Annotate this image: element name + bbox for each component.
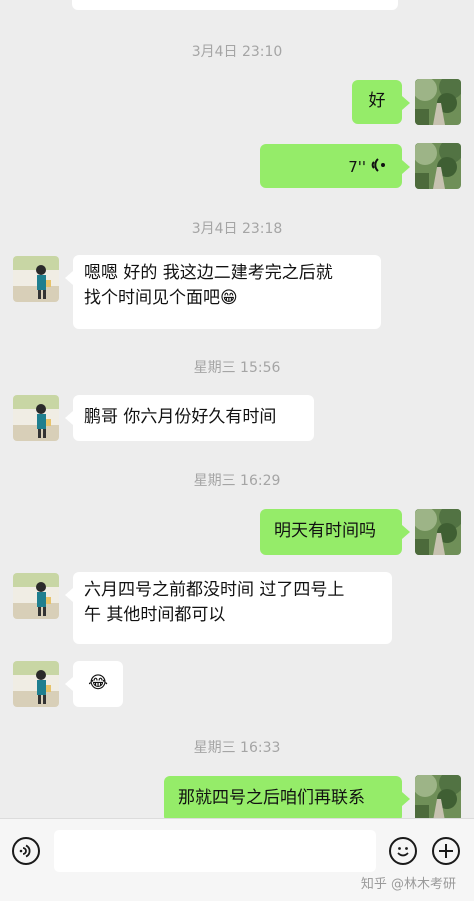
input-bar: 知乎 @林木考研: [0, 818, 474, 901]
timestamp: 星期三 16:33: [193, 740, 281, 756]
message-text: 明天有时间吗: [274, 521, 376, 541]
partial-message-bubble[interactable]: [72, 0, 398, 10]
emoji-icon: [397, 847, 409, 857]
my-avatar[interactable]: [415, 775, 461, 818]
message-bubble-incoming[interactable]: 鹏哥 你六月份好久有时间: [65, 395, 314, 441]
voice-duration: 7'': [348, 158, 366, 176]
message-bubble-outgoing[interactable]: 好: [352, 80, 410, 124]
grin-emoji: 😁: [220, 288, 238, 308]
message-text: 鹏哥 你六月份好久有时间: [84, 407, 277, 427]
timestamp: 星期三 15:56: [193, 360, 281, 376]
timestamp: 3月4日 23:10: [191, 44, 283, 60]
voice-icon: [19, 844, 31, 858]
emoji-message-bubble[interactable]: 😂: [65, 661, 123, 707]
my-avatar[interactable]: [415, 143, 461, 189]
my-avatar[interactable]: [415, 509, 461, 555]
message-bubble-outgoing[interactable]: 那就四号之后咱们再联系: [164, 776, 410, 818]
message-bubble-incoming[interactable]: 嗯嗯 好的 我这边二建考完之后就 找个时间见个面吧😁: [65, 255, 381, 329]
emoji-button[interactable]: [389, 837, 417, 865]
message-bubble-outgoing[interactable]: 明天有时间吗: [260, 509, 410, 555]
message-bubble-incoming[interactable]: 六月四号之前都没时间 过了四号上 午 其他时间都可以: [65, 572, 392, 644]
voice-toggle-button[interactable]: [12, 837, 40, 865]
message-text: 找个时间见个面吧: [84, 288, 220, 308]
contact-avatar[interactable]: [13, 661, 59, 707]
message-text: 六月四号之前都没时间 过了四号上: [84, 580, 345, 600]
plus-button[interactable]: [432, 837, 460, 865]
watermark: 知乎 @林木考研: [360, 877, 456, 892]
message-input[interactable]: [54, 830, 376, 872]
timestamp: 3月4日 23:18: [191, 221, 283, 237]
message-text: 嗯嗯 好的 我这边二建考完之后就: [84, 263, 333, 283]
my-avatar[interactable]: [415, 79, 461, 125]
voice-message-bubble[interactable]: 7'': [260, 144, 410, 188]
laugh-cry-emoji: 😂: [88, 673, 108, 693]
contact-avatar[interactable]: [13, 395, 59, 441]
voice-wave-icon: [371, 158, 385, 172]
message-text: 好: [368, 91, 386, 111]
contact-avatar[interactable]: [13, 256, 59, 302]
message-text: 那就四号之后咱们再联系: [178, 788, 365, 808]
message-text: 午 其他时间都可以: [84, 605, 226, 625]
timestamp: 星期三 16:29: [193, 473, 281, 489]
plus-icon: [439, 844, 453, 858]
contact-avatar[interactable]: [13, 573, 59, 619]
chat-area[interactable]: 3月4日 23:10 好 7'' 3月4日 23:18 嗯嗯 好的 我这边二建考…: [0, 0, 474, 818]
